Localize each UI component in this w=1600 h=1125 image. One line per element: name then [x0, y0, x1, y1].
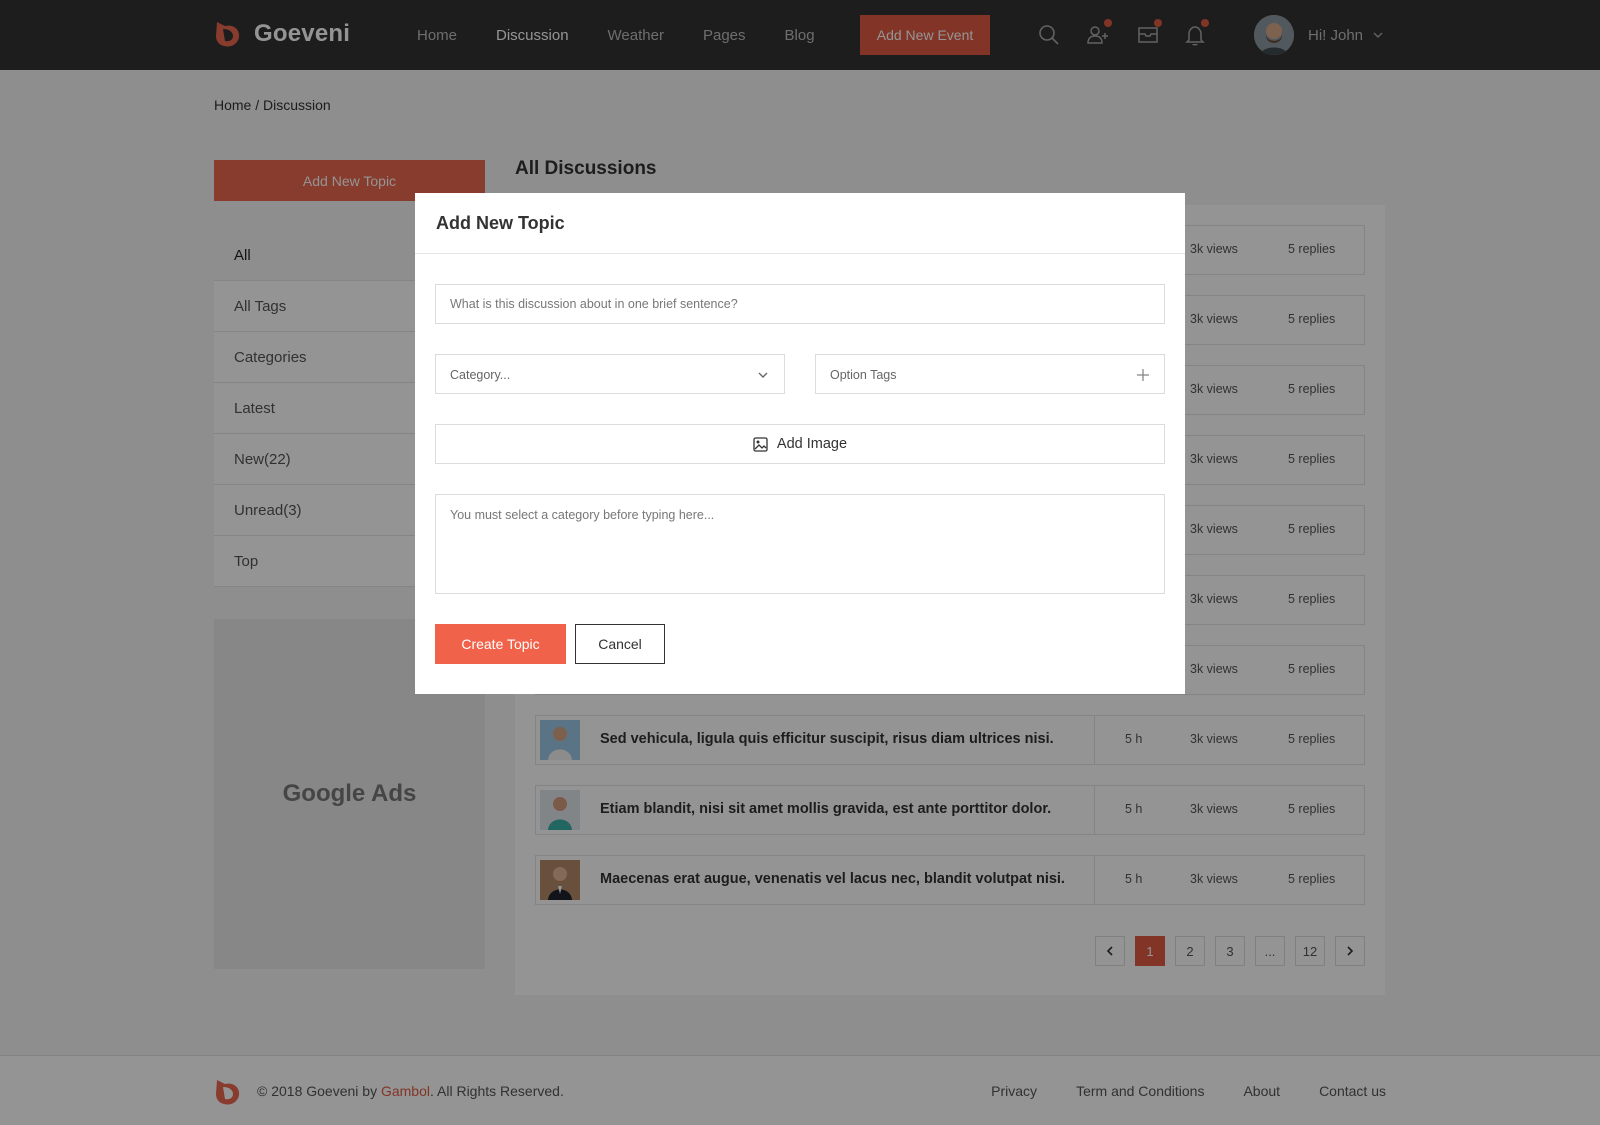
topic-body-field[interactable]: [435, 494, 1165, 594]
add-image-button[interactable]: Add Image: [435, 424, 1165, 464]
image-icon: [753, 436, 768, 452]
add-image-label-wrap: Add Image: [436, 425, 1164, 463]
create-topic-button[interactable]: Create Topic: [435, 624, 566, 664]
category-select[interactable]: Category...: [435, 354, 785, 394]
category-select-value: Category...: [450, 368, 511, 382]
plus-icon[interactable]: [1136, 368, 1150, 382]
topic-title-input[interactable]: [436, 285, 1164, 323]
add-image-text: Add Image: [776, 436, 848, 452]
add-topic-modal: Add New Topic Category... Option Tags Ad…: [415, 193, 1185, 694]
topic-title-field[interactable]: [435, 284, 1165, 324]
modal-title: Add New Topic: [415, 193, 1185, 254]
option-tags-placeholder: Option Tags: [830, 368, 897, 382]
topic-body-textarea[interactable]: [436, 495, 1164, 593]
option-tags-field[interactable]: Option Tags: [815, 354, 1165, 394]
cancel-button[interactable]: Cancel: [575, 624, 665, 664]
chevron-down-icon: [758, 372, 768, 378]
